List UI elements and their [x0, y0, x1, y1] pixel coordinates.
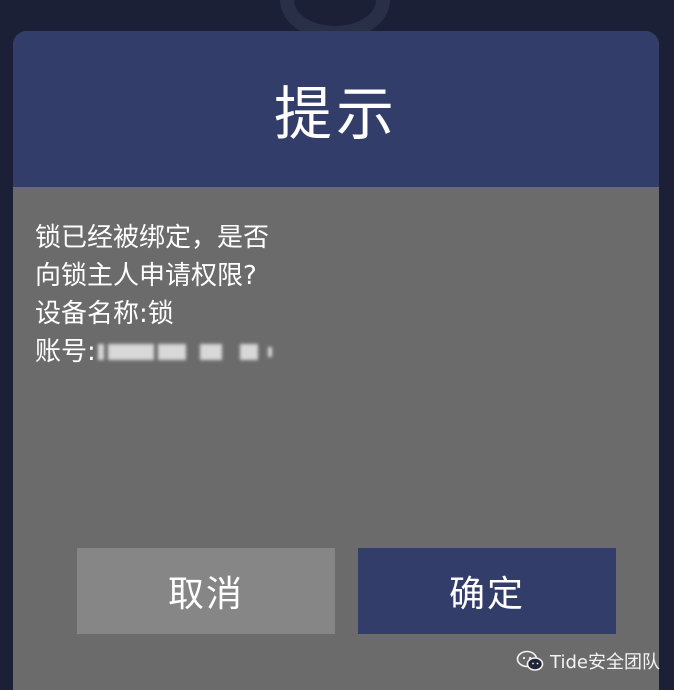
dialog-message: 锁已经被绑定，是否 向锁主人申请权限? 设备名称:锁 账号: [13, 187, 659, 371]
message-line: 锁已经被绑定，是否 [35, 223, 270, 253]
dialog-title: 提示 [273, 80, 398, 148]
watermark-text: Tide安全团队 [550, 652, 660, 673]
device-name-line: 设备名称:锁 [35, 299, 174, 329]
confirm-button[interactable]: 确定 [358, 548, 616, 634]
account-value-redacted [97, 344, 272, 360]
watermark: Tide安全团队 [516, 648, 660, 674]
dialog-header: 提示 [13, 31, 659, 187]
cancel-button[interactable]: 取消 [77, 548, 335, 634]
message-line: 向锁主人申请权限? [35, 261, 257, 291]
account-label: 账号: [35, 337, 96, 367]
wechat-icon [516, 650, 544, 671]
permission-dialog: 提示 锁已经被绑定，是否 向锁主人申请权限? 设备名称:锁 账号: 取消 确定 [13, 31, 659, 690]
screen: 提示 锁已经被绑定，是否 向锁主人申请权限? 设备名称:锁 账号: 取消 确定 [0, 0, 674, 690]
account-line: 账号: [35, 333, 659, 371]
